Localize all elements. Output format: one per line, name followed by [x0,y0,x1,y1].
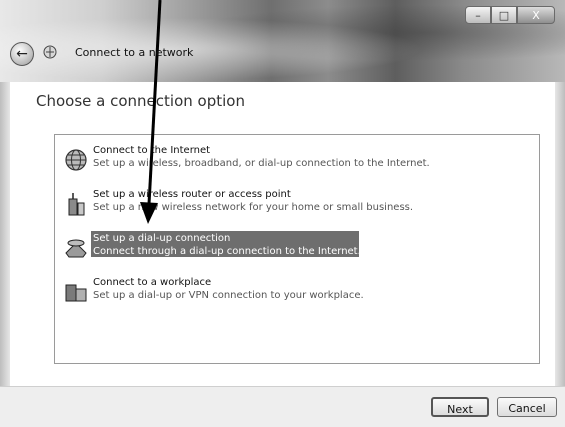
caption-buttons: – □ X [465,6,555,24]
maximize-button[interactable]: □ [491,6,517,24]
window-title: Connect to a network [75,46,194,59]
back-arrow-icon[interactable]: ← [10,42,34,66]
network-icon [43,45,57,59]
connection-wizard-window: – □ X ← Connect to a network Choose a co… [0,0,565,427]
annotation-arrow-icon [140,0,162,224]
minimize-button[interactable]: – [465,6,491,24]
close-button[interactable]: X [517,6,555,24]
